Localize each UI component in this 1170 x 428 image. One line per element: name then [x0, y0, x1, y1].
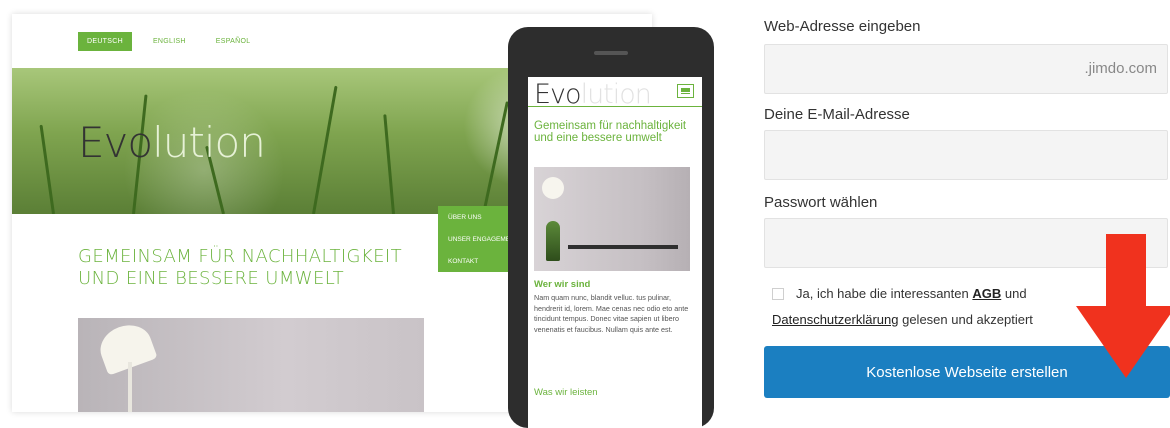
lamp-stem: [128, 362, 132, 412]
desktop-heading: GEMEINSAM FÜR NACHHALTIGKEIT UND EINE BE…: [78, 246, 402, 290]
desk-shape: [568, 245, 678, 249]
lamp-shape: [542, 177, 564, 199]
desktop-photo: [78, 318, 424, 412]
grass-blade: [39, 124, 55, 214]
terms-text-line2: Datenschutzerklärung gelesen und akzepti…: [772, 312, 1033, 327]
email-input[interactable]: [764, 130, 1168, 180]
email-label: Deine E-Mail-Adresse: [764, 106, 910, 123]
lang-english[interactable]: ENGLISH: [144, 32, 195, 51]
hamburger-line: [681, 92, 690, 94]
mobile-photo: [534, 167, 690, 271]
grass-blade: [383, 114, 395, 214]
mobile-subheading-1: Wer wir sind: [534, 279, 591, 290]
phone-mockup: Evolution Gemeinsam für nachhaltigkeit u…: [508, 27, 714, 428]
signup-page: DEUTSCH ENGLISH ESPAÑOL Evolution ÜBER U…: [0, 0, 1170, 428]
mobile-logo-dark: Evo: [534, 79, 582, 110]
agb-link[interactable]: AGB: [972, 286, 1001, 301]
privacy-link[interactable]: Datenschutzerklärung: [772, 312, 898, 327]
mobile-heading: Gemeinsam für nachhaltigkeit und eine be…: [534, 120, 687, 144]
web-address-label: Web-Adresse eingeben: [764, 18, 921, 35]
desktop-heading-line2: UND EINE BESSERE UMWELT: [78, 268, 345, 289]
lang-espanol[interactable]: ESPAÑOL: [207, 32, 260, 51]
mobile-logo-light: lution: [580, 79, 652, 110]
grass-blade: [482, 101, 509, 214]
phone-screen: Evolution Gemeinsam für nachhaltigkeit u…: [528, 77, 702, 428]
mobile-header: Evolution: [528, 77, 702, 110]
grass-blade: [312, 85, 338, 214]
language-bar: DEUTSCH ENGLISH ESPAÑOL: [78, 32, 259, 51]
terms-suffix: gelesen und akzeptiert: [902, 312, 1033, 327]
mobile-subheading-2: Was wir leisten: [534, 387, 598, 398]
domain-suffix: .jimdo.com: [1084, 60, 1157, 77]
hero-title-dark: Evo: [78, 118, 153, 167]
arrow-shape: [1076, 234, 1170, 378]
terms-prefix: Ja, ich habe die interessanten: [796, 286, 969, 301]
terms-checkbox[interactable]: [772, 288, 784, 300]
hamburger-icon[interactable]: [677, 84, 694, 98]
mobile-logo: Evolution: [534, 79, 652, 110]
password-label: Passwort wählen: [764, 194, 878, 211]
hero-title-light: lution: [152, 118, 266, 167]
web-address-input[interactable]: .jimdo.com: [764, 44, 1168, 94]
terms-und: und: [1004, 286, 1027, 301]
desktop-heading-line1: GEMEINSAM FÜR NACHHALTIGKEIT: [78, 246, 402, 267]
lamp-shape: [94, 318, 158, 376]
red-arrow-icon: [1076, 234, 1170, 378]
terms-text-line1: Ja, ich habe die interessanten AGB und: [796, 286, 1027, 301]
hero-title: Evolution: [78, 118, 266, 167]
phone-speaker: [594, 51, 628, 55]
mobile-body-text: Nam quam nunc, blandit velluc. tus pulin…: [534, 293, 689, 334]
plant-shape: [546, 221, 560, 261]
lang-deutsch[interactable]: DEUTSCH: [78, 32, 132, 51]
